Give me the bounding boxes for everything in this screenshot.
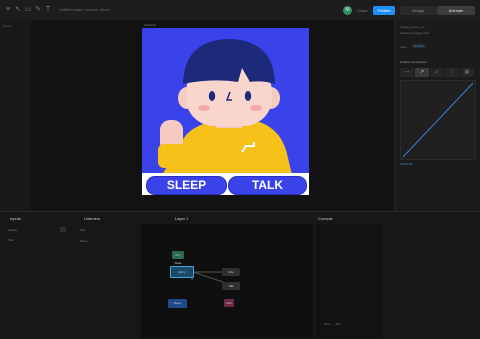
node-idle[interactable]: Idle: [222, 268, 240, 276]
inputs-title: Inputs: [10, 216, 21, 221]
pen-tool-icon[interactable]: ✎: [34, 6, 42, 14]
node-entry[interactable]: Entry: [170, 266, 194, 278]
sleep-button[interactable]: SLEEP: [146, 176, 227, 195]
interp-elastic-icon[interactable]: ⌇: [445, 68, 459, 77]
interp-linear-icon[interactable]: ↗: [415, 68, 429, 77]
node-any-state[interactable]: Any State: [172, 251, 184, 265]
talk-button[interactable]: TALK: [228, 176, 307, 195]
listener-row[interactable]: Sleep: [80, 239, 88, 243]
sleeve: [158, 144, 188, 168]
curve-graph: [402, 82, 474, 158]
file-title: Untitled state machine demo: [59, 7, 110, 12]
node-sleep[interactable]: Sleep: [168, 299, 187, 308]
property-row[interactable]: Artboard_background: [400, 31, 429, 35]
left-cheek: [198, 105, 210, 111]
console-line: Entry → Idle: [324, 322, 341, 326]
graph-connections: [191, 271, 224, 283]
tab-animate[interactable]: Animate: [437, 6, 475, 15]
input-row[interactable]: Talk: [8, 238, 13, 242]
left-panel-label: Layers: [3, 24, 13, 28]
publish-button[interactable]: Publish: [373, 6, 395, 15]
input-row[interactable]: isSleep: [8, 228, 18, 232]
interp-cubic-icon[interactable]: ↙: [430, 68, 444, 77]
node-exit[interactable]: Exit: [224, 299, 234, 307]
curve-editor[interactable]: [400, 80, 476, 160]
interp-custom-icon[interactable]: ▦: [460, 68, 474, 77]
property-row[interactable]: Toggle_bones_sm: [400, 25, 424, 29]
curve-line: [402, 82, 474, 158]
right-eye: [244, 91, 252, 101]
character-illustration: [158, 39, 292, 175]
interp-hold-icon[interactable]: —: [400, 68, 414, 77]
tab-design[interactable]: Design: [400, 6, 436, 15]
left-eye: [208, 91, 216, 101]
left-panel: Layers: [0, 20, 32, 211]
shape-tool-icon[interactable]: ▭: [24, 6, 32, 14]
hair: [183, 39, 275, 84]
text-tool-icon[interactable]: T: [44, 6, 52, 14]
listener-row[interactable]: Talk: [80, 228, 85, 232]
listeners-title: Listeners: [84, 216, 101, 221]
artboard[interactable]: [142, 28, 309, 195]
input-toggle[interactable]: [60, 227, 66, 232]
artboard-label: Artboard: [144, 23, 156, 27]
node-talk[interactable]: Talk: [222, 282, 240, 290]
curve-readout: 0.00 0.00: [400, 162, 413, 166]
state-dropdown[interactable]: Default: [412, 44, 426, 48]
console-panel: [316, 224, 381, 338]
right-cheek: [250, 105, 262, 111]
interpolation-title: Default Interpolation: [400, 60, 427, 64]
graph-title: Layer 1: [175, 216, 189, 221]
console-title: Console: [318, 216, 333, 221]
avatar[interactable]: M: [343, 6, 352, 15]
mode-tabs: Design Animate: [400, 6, 475, 15]
state-label: State: [400, 45, 408, 49]
select-tool-icon[interactable]: ↖: [14, 6, 22, 14]
share-button[interactable]: Share: [357, 8, 368, 13]
menu-icon[interactable]: ≡: [4, 6, 12, 14]
